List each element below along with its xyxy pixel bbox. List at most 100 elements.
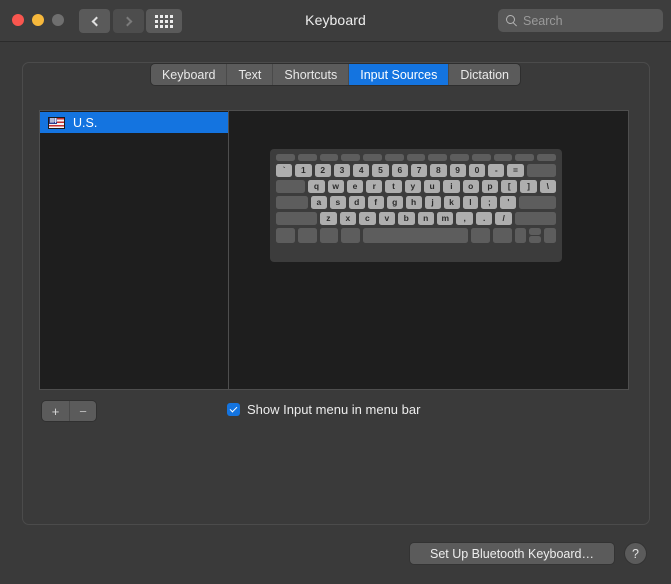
- key-blank: [450, 154, 469, 161]
- key-arrow-left: [514, 228, 527, 243]
- show-input-menu-label: Show Input menu in menu bar: [247, 402, 421, 417]
- key-g: g: [386, 196, 403, 209]
- key-bracket-right: ]: [520, 180, 537, 193]
- key-blank: [297, 154, 317, 161]
- key-9: 9: [449, 164, 466, 177]
- tab-input-sources[interactable]: Input Sources: [349, 64, 450, 85]
- key-arrow-up: [529, 228, 542, 235]
- input-source-label: U.S.: [73, 115, 98, 130]
- key-x: x: [339, 212, 357, 225]
- key-j: j: [424, 196, 441, 209]
- key-delete: [526, 164, 556, 177]
- key-fn: [276, 228, 295, 243]
- keyboard-row-function: [276, 154, 556, 161]
- keyboard-preferences-window: Keyboard Search Keyboard Text Shortcuts …: [0, 0, 671, 584]
- tab-dictation[interactable]: Dictation: [449, 64, 521, 85]
- key-5: 5: [372, 164, 389, 177]
- checkmark-icon: [229, 404, 238, 412]
- key-backslash: \: [539, 180, 556, 193]
- key-8: 8: [430, 164, 447, 177]
- key-minus: -: [488, 164, 505, 177]
- key-blank: [493, 154, 513, 161]
- search-field[interactable]: Search: [498, 9, 663, 32]
- key-w: w: [327, 180, 344, 193]
- key-bracket-left: [: [501, 180, 518, 193]
- input-sources-box: U.S. ` 1 2 3 4 5 6 7 8 9 0 - = q w e r t…: [39, 110, 629, 390]
- remove-input-source-button[interactable]: −: [69, 401, 96, 421]
- key-command-right: [471, 228, 490, 243]
- key-d: d: [348, 196, 365, 209]
- key-1: 1: [295, 164, 312, 177]
- key-l: l: [462, 196, 479, 209]
- key-control: [297, 228, 317, 243]
- tab-bar: Keyboard Text Shortcuts Input Sources Di…: [0, 64, 671, 85]
- keyboard-layout-preview: ` 1 2 3 4 5 6 7 8 9 0 - = q w e r t y u …: [229, 111, 628, 389]
- key-option-left: [319, 228, 339, 243]
- tab-text[interactable]: Text: [227, 64, 274, 85]
- keyboard-row-qwerty: q w e r t y u i o p [ ] \: [276, 180, 556, 193]
- key-quote: ': [500, 196, 517, 209]
- key-a: a: [310, 196, 327, 209]
- add-input-source-button[interactable]: +: [42, 401, 69, 421]
- key-3: 3: [333, 164, 351, 177]
- key-2: 2: [314, 164, 331, 177]
- key-s: s: [329, 196, 346, 209]
- key-blank: [363, 154, 382, 161]
- key-backtick: `: [276, 164, 293, 177]
- key-m: m: [436, 212, 454, 225]
- arrow-key-cluster: [514, 228, 556, 243]
- key-4: 4: [353, 164, 370, 177]
- key-arrow-right: [544, 228, 556, 243]
- key-blank: [428, 154, 448, 161]
- key-z: z: [320, 212, 337, 225]
- search-placeholder: Search: [523, 13, 563, 28]
- keyboard-diagram: ` 1 2 3 4 5 6 7 8 9 0 - = q w e r t y u …: [270, 149, 562, 262]
- input-sources-list[interactable]: U.S.: [40, 111, 229, 389]
- setup-bluetooth-keyboard-button[interactable]: Set Up Bluetooth Keyboard…: [410, 543, 614, 564]
- window-titlebar: Keyboard Search: [0, 0, 671, 42]
- key-command-left: [341, 228, 361, 243]
- key-blank: [471, 154, 491, 161]
- key-n: n: [417, 212, 434, 225]
- key-7: 7: [410, 164, 428, 177]
- search-icon: [506, 15, 517, 26]
- key-tab: [276, 180, 306, 193]
- key-f: f: [367, 196, 384, 209]
- key-v: v: [378, 212, 396, 225]
- key-blank: [537, 154, 556, 161]
- tab-shortcuts[interactable]: Shortcuts: [273, 64, 350, 85]
- show-input-menu-checkbox[interactable]: [227, 403, 240, 416]
- key-p: p: [481, 180, 499, 193]
- key-t: t: [385, 180, 402, 193]
- key-period: .: [475, 212, 493, 225]
- key-i: i: [443, 180, 460, 193]
- keyboard-row-zxcv: z x c v b n m , . /: [276, 212, 557, 225]
- key-capslock: [276, 196, 308, 209]
- key-u: u: [424, 180, 441, 193]
- key-blank: [276, 154, 295, 161]
- key-comma: ,: [456, 212, 473, 225]
- key-blank: [319, 154, 339, 161]
- key-h: h: [405, 196, 422, 209]
- show-input-menu-row[interactable]: Show Input menu in menu bar: [227, 402, 420, 417]
- key-y: y: [404, 180, 421, 193]
- key-o: o: [462, 180, 479, 193]
- help-button[interactable]: ?: [625, 543, 646, 564]
- key-k: k: [443, 196, 460, 209]
- key-q: q: [308, 180, 325, 193]
- us-flag-icon: [48, 116, 65, 129]
- key-blank: [341, 154, 361, 161]
- list-item[interactable]: U.S.: [40, 112, 228, 133]
- tab-keyboard[interactable]: Keyboard: [150, 64, 228, 85]
- key-r: r: [366, 180, 383, 193]
- key-shift-right: [514, 212, 557, 225]
- key-0: 0: [468, 164, 486, 177]
- key-e: e: [346, 180, 364, 193]
- key-slash: /: [495, 212, 512, 225]
- key-arrow-down: [529, 236, 542, 243]
- key-shift-left: [276, 212, 318, 225]
- key-space: [363, 228, 469, 243]
- keyboard-row-number: ` 1 2 3 4 5 6 7 8 9 0 - =: [276, 164, 556, 177]
- key-b: b: [398, 212, 415, 225]
- key-blank: [384, 154, 404, 161]
